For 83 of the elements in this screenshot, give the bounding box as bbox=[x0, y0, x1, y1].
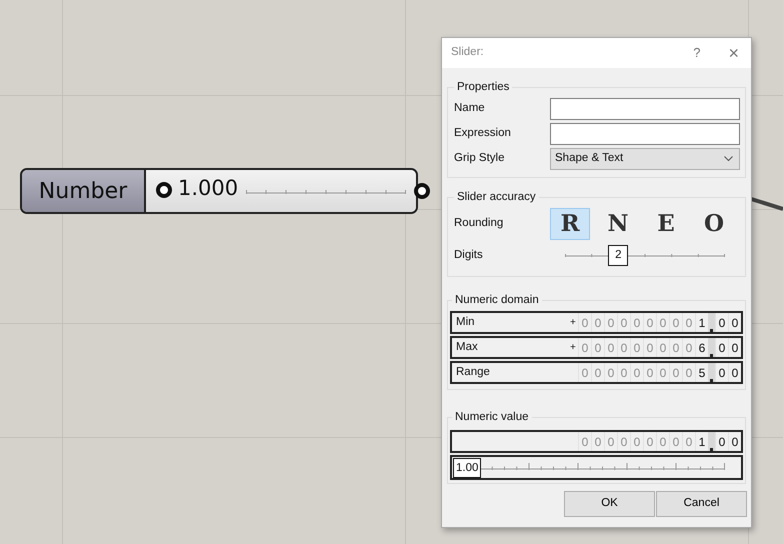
digit[interactable]: 0 bbox=[604, 432, 617, 451]
digit[interactable]: 0 bbox=[656, 313, 669, 332]
field-label: Digits bbox=[453, 248, 484, 264]
digit[interactable]: 0 bbox=[630, 432, 643, 451]
digit[interactable]: 0 bbox=[630, 338, 643, 357]
digit[interactable]: 0 bbox=[656, 338, 669, 357]
rounding-option[interactable]: N bbox=[598, 208, 638, 240]
digit[interactable]: 0 bbox=[715, 338, 728, 357]
value-slider[interactable]: 1.00 bbox=[450, 455, 743, 480]
value-slider-thumb[interactable]: 1.00 bbox=[453, 458, 482, 478]
number-field[interactable]: Max + 0 0 0 0 0 0 0 0 0 6 0 0 bbox=[450, 336, 743, 359]
rounding-option[interactable]: R bbox=[550, 208, 590, 240]
digit[interactable]: 0 bbox=[578, 313, 591, 332]
rounding-option[interactable]: E bbox=[646, 208, 686, 240]
field-label: Max bbox=[456, 340, 478, 355]
digit[interactable]: 0 bbox=[578, 363, 591, 382]
decimal-point-icon bbox=[710, 448, 713, 451]
digit[interactable]: 0 bbox=[630, 363, 643, 382]
digits-slider-track[interactable]: 2 bbox=[565, 245, 725, 267]
help-button[interactable]: ? bbox=[693, 43, 700, 63]
digit[interactable]: 0 bbox=[728, 432, 741, 451]
sign-label: + bbox=[570, 316, 576, 330]
digit[interactable]: 0 bbox=[578, 338, 591, 357]
digit[interactable]: 0 bbox=[578, 432, 591, 451]
digit[interactable]: 0 bbox=[617, 313, 630, 332]
digit[interactable]: 0 bbox=[669, 363, 682, 382]
digit[interactable]: 0 bbox=[669, 338, 682, 357]
close-button[interactable]: × bbox=[722, 44, 745, 62]
digit[interactable]: 0 bbox=[728, 313, 741, 332]
text-field[interactable] bbox=[550, 122, 740, 144]
digit[interactable]: 0 bbox=[643, 338, 656, 357]
digits-slider-thumb[interactable]: 2 bbox=[608, 245, 628, 266]
digit[interactable]: 0 bbox=[669, 432, 682, 451]
number-field[interactable]: 0 0 0 0 0 0 0 0 0 1 0 0 bbox=[450, 430, 743, 453]
digit[interactable]: 0 bbox=[630, 313, 643, 332]
digit[interactable]: 0 bbox=[591, 432, 604, 451]
digit[interactable]: 0 bbox=[591, 313, 604, 332]
field-label: Grip Style bbox=[453, 150, 506, 166]
digit[interactable]: 0 bbox=[728, 338, 741, 357]
field-label: Rounding bbox=[453, 216, 504, 232]
sign-label: + bbox=[570, 341, 576, 355]
caret-icon bbox=[724, 156, 733, 162]
digit[interactable]: 0 bbox=[617, 432, 630, 451]
field-label: Range bbox=[456, 364, 490, 380]
slider-grip[interactable] bbox=[156, 182, 172, 198]
digit[interactable]: 0 bbox=[682, 313, 695, 332]
digit[interactable]: 0 bbox=[591, 363, 604, 382]
digit[interactable]: 0 bbox=[617, 363, 630, 382]
number-slider-node[interactable]: Number 1.000 bbox=[20, 168, 418, 214]
digit[interactable]: 0 bbox=[643, 313, 656, 332]
digit[interactable]: 0 bbox=[715, 432, 728, 451]
digit[interactable]: 0 bbox=[643, 363, 656, 382]
digit[interactable]: 0 bbox=[682, 432, 695, 451]
node-label: Number bbox=[22, 170, 146, 212]
digit[interactable]: 0 bbox=[715, 313, 728, 332]
field-label: Name bbox=[453, 100, 486, 116]
window-title: Slider: bbox=[451, 45, 485, 60]
digit[interactable]: 0 bbox=[656, 432, 669, 451]
decimal-point-icon bbox=[710, 329, 713, 332]
number-field[interactable]: Min + 0 0 0 0 0 0 0 0 0 1 0 0 bbox=[450, 311, 743, 334]
digit[interactable]: 0 bbox=[656, 363, 669, 382]
digit[interactable]: 0 bbox=[617, 338, 630, 357]
grip-style-dropdown[interactable]: Shape & Text bbox=[550, 148, 740, 170]
digit[interactable]: 0 bbox=[643, 432, 656, 451]
digit[interactable]: 0 bbox=[604, 338, 617, 357]
digit[interactable]: 0 bbox=[604, 363, 617, 382]
decimal-point-icon bbox=[710, 354, 713, 357]
digit[interactable]: 0 bbox=[682, 338, 695, 357]
field-label: Min bbox=[456, 314, 475, 330]
digit[interactable]: 0 bbox=[715, 363, 728, 382]
rounding-option[interactable]: O bbox=[694, 208, 734, 240]
digit[interactable]: 0 bbox=[682, 363, 695, 382]
dialog-button[interactable]: Cancel bbox=[656, 491, 747, 517]
digit[interactable]: 0 bbox=[604, 313, 617, 332]
text-field[interactable] bbox=[550, 98, 740, 120]
number-field[interactable]: Range 0 0 0 0 0 0 0 0 0 5 0 0 bbox=[450, 361, 743, 384]
field-label: Expression bbox=[453, 126, 512, 141]
dialog-button[interactable]: OK bbox=[564, 491, 655, 517]
digit[interactable]: 0 bbox=[728, 363, 741, 382]
output-port-icon[interactable] bbox=[414, 183, 430, 199]
digit[interactable]: 0 bbox=[591, 338, 604, 357]
decimal-point-icon bbox=[710, 379, 713, 382]
digit[interactable]: 0 bbox=[669, 313, 682, 332]
